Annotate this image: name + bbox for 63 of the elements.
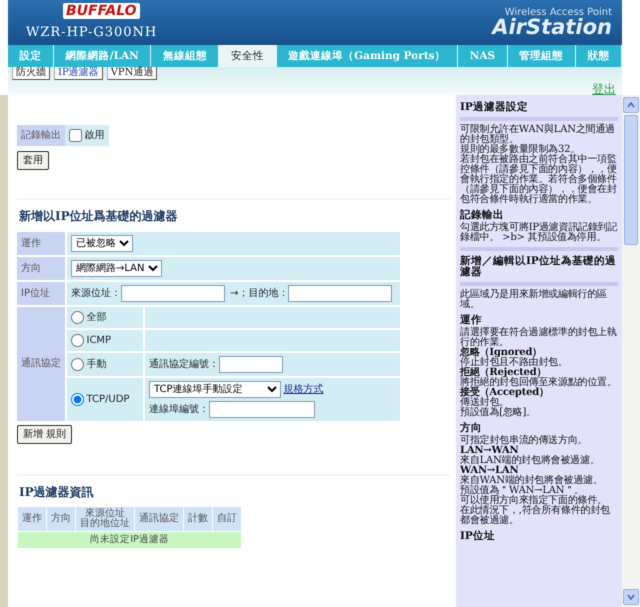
scroll-thumb[interactable] (624, 115, 638, 245)
column-header: 來源位址 目的地位址 (76, 507, 134, 531)
log-output-label: 記錄輸出 (17, 125, 65, 146)
sub-tab[interactable]: VPN通過 (106, 67, 158, 80)
source-address-field[interactable] (121, 285, 225, 302)
protocol-number-field[interactable] (219, 356, 283, 373)
column-header: 方向 (47, 507, 75, 531)
radio-button[interactable] (71, 358, 84, 371)
field-label: 來源位址： (71, 286, 121, 301)
direction-select[interactable]: 網際網路→LAN (71, 260, 162, 277)
operation-select[interactable]: 已被忽略 (71, 235, 133, 252)
sub-tab[interactable]: IP過濾器 (54, 67, 103, 80)
sub-tab[interactable]: 防火牆 (12, 67, 50, 80)
radio-button[interactable] (71, 392, 84, 406)
column-header: 通訊協定 (135, 507, 183, 531)
help-text: 在此情況下，,符合所有條件的封包都會被過濾。 (460, 506, 611, 526)
section-heading: 新增以IP位址爲基礎的過濾器 (19, 208, 179, 225)
help-text: 勾選此方塊可將IP過濾資訊記錄到記錄檔中。 >b> 其預設值為停用。 (460, 223, 618, 244)
radio-label: 手動 (86, 358, 106, 372)
field-label: IP位址 (17, 282, 65, 305)
checkbox[interactable] (69, 129, 82, 142)
help-text: 可指定封包串流的傳送方向。 (460, 436, 588, 446)
help-heading: 新增／編輯以IP位址為基礎的過濾器 (460, 256, 617, 278)
apply-button[interactable]: 套用 (17, 151, 49, 170)
port-select[interactable]: TCP連線埠手動設定 (149, 381, 281, 398)
help-heading: 運作 (460, 315, 483, 326)
help-text: 若封包在被路由之前符合其中一項監控條件（請參見下面的內容），，便會執行指定的作業。若符合多個條件（請參見下面的內容），，便會在封包符合條件時執行適當的作業。 (460, 155, 618, 206)
add-rule-button[interactable]: 新增 規則 (17, 425, 72, 444)
column-header: 運作 (18, 507, 46, 531)
help-heading: 記錄輸出 (460, 210, 505, 222)
column-header: 計數 (184, 507, 212, 531)
radio-label: ICMP (86, 334, 112, 348)
field-label: 運作 (17, 232, 65, 255)
port-number-field[interactable] (209, 400, 315, 418)
destination-address-field[interactable] (288, 285, 392, 302)
field-label: 通訊協定編號： (149, 358, 219, 372)
field-label: 連線埠編號： (149, 402, 209, 416)
help-text: 來自LAN端的封包將會被過濾。 (460, 456, 601, 466)
scroll-down-icon[interactable] (627, 594, 635, 600)
section-heading: IP過濾器資訊 (19, 484, 95, 501)
checkbox-label: 啟用 (84, 129, 104, 143)
field-label: →；目的地： (230, 286, 288, 301)
radio-label: TCP/UDP (86, 392, 130, 407)
brand-logo: BUFFALO (63, 3, 140, 19)
help-heading: IP過濾器設定 (460, 102, 529, 114)
column-header: 自訂 (213, 507, 241, 531)
help-heading: IP位址 (460, 531, 496, 542)
radio-button[interactable] (71, 311, 84, 324)
radio-label: 全部 (86, 310, 106, 325)
help-text: 預設值為[忽略]。 (460, 408, 538, 418)
field-label: 通訊協定 (17, 307, 65, 420)
scroll-up-icon[interactable] (627, 102, 635, 108)
field-label: 方向 (17, 257, 65, 280)
empty-message: 尚未設定IP過濾器 (18, 532, 241, 548)
format-link[interactable]: 規格方式 (284, 382, 324, 397)
radio-button[interactable] (71, 334, 84, 347)
help-text: 此區域乃是用來新增或編輯行的區域。 (460, 290, 608, 310)
nav-tab[interactable]: 安全性 (219, 45, 277, 67)
scrollbar[interactable] (622, 95, 640, 607)
product-tagline: Wireless Access Point (504, 6, 612, 18)
model-name: WZR-HP-G300NH (26, 25, 158, 40)
product-logo: AirStation (492, 15, 612, 39)
help-heading: 方向 (460, 423, 483, 434)
